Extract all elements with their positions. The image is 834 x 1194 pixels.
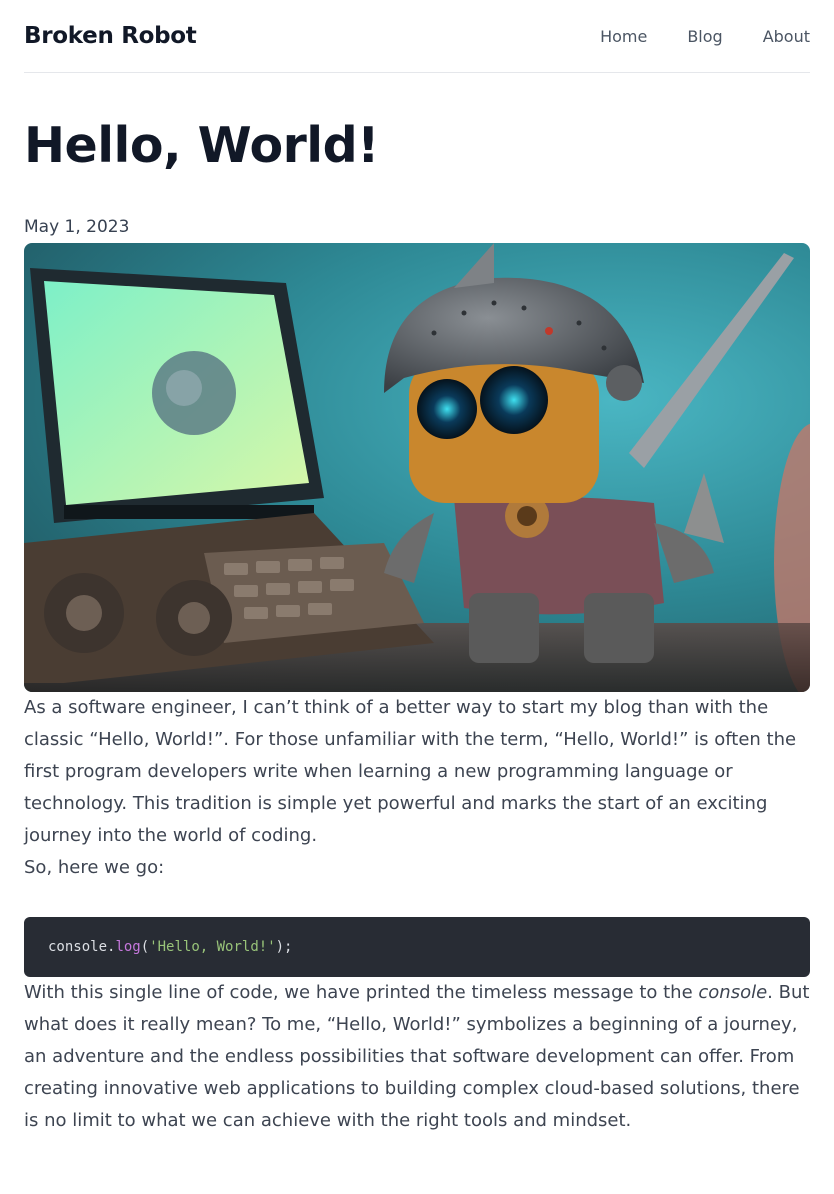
post-paragraph-lead-in: So, here we go: — [24, 857, 165, 878]
paragraph-text-before: With this single line of code, we have p… — [24, 982, 699, 1003]
hero-image — [24, 243, 810, 692]
code-token-close: ); — [275, 939, 293, 955]
page-container: Broken Robot Home Blog About Hello, Worl… — [24, 0, 810, 1137]
site-logo-link[interactable]: Broken Robot — [24, 23, 197, 49]
nav-link-about[interactable]: About — [763, 27, 810, 46]
code-line: console.log('Hello, World!'); — [48, 939, 292, 955]
robot-illustration — [24, 243, 810, 692]
site-header: Broken Robot Home Blog About — [24, 0, 810, 73]
code-token-method: log — [115, 939, 141, 955]
blog-post: Hello, World! May 1, 2023 As a software … — [24, 117, 810, 1137]
nav-link-blog[interactable]: Blog — [687, 27, 722, 46]
post-title: Hello, World! — [24, 117, 380, 174]
code-block: console.log('Hello, World!'); — [24, 917, 810, 977]
post-paragraph-meaning: With this single line of code, we have p… — [24, 977, 810, 1137]
paragraph-text-after: . But what does it really mean? To me, “… — [24, 982, 810, 1131]
emphasis-console: console — [698, 982, 768, 1003]
code-token-open-paren: ( — [140, 939, 150, 955]
nav-link-home[interactable]: Home — [600, 27, 647, 46]
post-paragraph-intro: As a software engineer, I can’t think of… — [24, 697, 797, 846]
code-token-object: console — [48, 939, 108, 955]
post-date: May 1, 2023 — [24, 217, 130, 237]
main-nav: Home Blog About — [600, 27, 810, 46]
code-token-string: 'Hello, World!' — [149, 939, 276, 955]
